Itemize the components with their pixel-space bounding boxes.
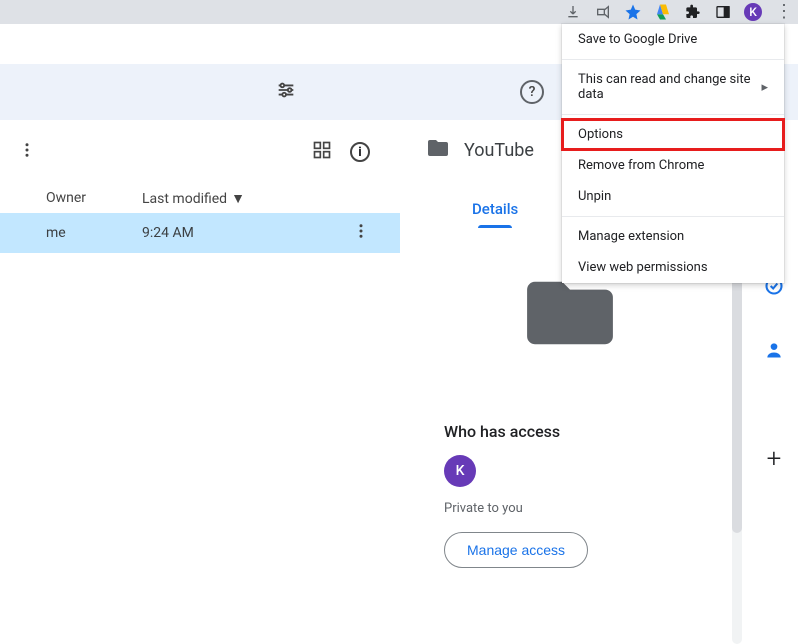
access-heading: Who has access: [444, 422, 722, 441]
row-modified: 9:24 AM: [142, 225, 312, 241]
folder-preview-icon: [418, 274, 722, 352]
row-menu-icon[interactable]: [352, 222, 370, 244]
share-icon[interactable]: [594, 3, 612, 21]
profile-avatar[interactable]: K: [744, 3, 762, 21]
menu-options[interactable]: Options: [562, 119, 784, 150]
filter-icon[interactable]: [275, 79, 297, 105]
row-owner: me: [0, 225, 142, 241]
owner-avatar[interactable]: K: [444, 455, 476, 487]
browser-toolbar: K ⋮: [0, 0, 798, 24]
menu-separator: [562, 114, 784, 115]
modified-column-header[interactable]: Last modified ▼: [142, 190, 245, 207]
help-icon[interactable]: ?: [520, 80, 544, 104]
menu-site-data-label: This can read and change site data: [578, 72, 761, 102]
sort-desc-icon: ▼: [231, 190, 245, 207]
detail-title: YouTube: [464, 140, 534, 161]
tab-details[interactable]: Details: [472, 200, 518, 228]
menu-remove[interactable]: Remove from Chrome: [562, 150, 784, 181]
file-list-panel: i Owner Last modified ▼ me 9:24 AM: [0, 120, 400, 598]
menu-manage-extension[interactable]: Manage extension: [562, 221, 784, 252]
star-icon[interactable]: [624, 3, 642, 21]
menu-separator: [562, 59, 784, 60]
modified-column-label: Last modified: [142, 191, 227, 207]
grid-view-icon[interactable]: [312, 140, 332, 164]
info-icon[interactable]: i: [350, 142, 370, 162]
menu-unpin[interactable]: Unpin: [562, 181, 784, 212]
manage-access-button[interactable]: Manage access: [444, 532, 588, 568]
extension-context-menu: Save to Google Drive This can read and c…: [562, 24, 784, 283]
folder-icon: [426, 136, 450, 164]
scrollbar-thumb[interactable]: [732, 274, 742, 533]
column-headers: Owner Last modified ▼: [0, 184, 400, 213]
extensions-icon[interactable]: [684, 3, 702, 21]
contacts-icon[interactable]: [764, 340, 784, 364]
browser-menu-icon[interactable]: ⋮: [774, 3, 792, 21]
access-status: Private to you: [444, 501, 722, 516]
table-row[interactable]: me 9:24 AM: [0, 213, 400, 253]
menu-site-data[interactable]: This can read and change site data ▸: [562, 64, 784, 110]
menu-view-permissions[interactable]: View web permissions: [562, 252, 784, 283]
chevron-right-icon: ▸: [761, 80, 768, 95]
add-addon-icon[interactable]: +: [767, 444, 782, 474]
drive-icon[interactable]: [654, 3, 672, 21]
menu-save-to-drive[interactable]: Save to Google Drive: [562, 24, 784, 55]
owner-column-header[interactable]: Owner: [0, 190, 142, 207]
side-panel-icon[interactable]: [714, 3, 732, 21]
download-icon[interactable]: [564, 3, 582, 21]
menu-separator: [562, 216, 784, 217]
list-menu-icon[interactable]: [18, 141, 36, 163]
